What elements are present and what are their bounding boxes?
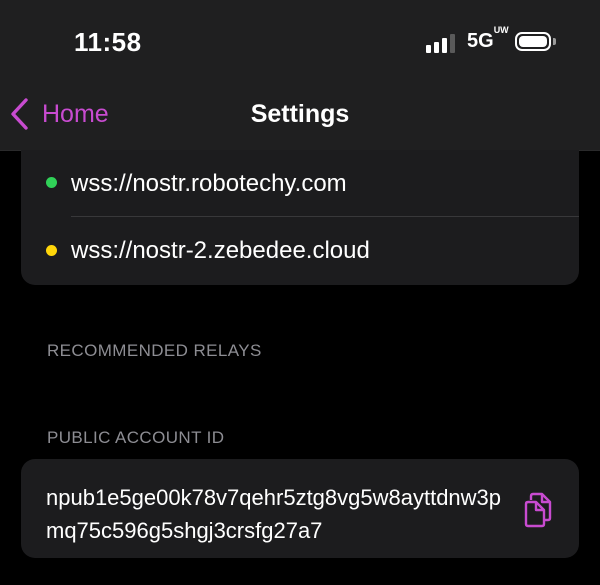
recommended-relays-heading: RECOMMENDED RELAYS	[47, 341, 262, 360]
page-title: Settings	[250, 100, 350, 128]
relay-row-zebedee[interactable]: wss://nostr-2.zebedee.cloud	[21, 217, 579, 283]
relay-status-connected-icon	[46, 177, 57, 188]
network-type: 5G	[467, 30, 494, 52]
copy-icon[interactable]	[522, 492, 554, 528]
battery-tip	[553, 38, 556, 45]
public-account-id-card: npub1e5ge00k78v7qehr5ztg8vg5w8ayttdnw3pm…	[21, 459, 579, 558]
relay-url: wss://nostr-2.zebedee.cloud	[71, 237, 370, 264]
navigation-header: 11:58 5GUW Home Settings	[0, 0, 600, 151]
network-suffix: UW	[493, 25, 509, 36]
status-time: 11:58	[74, 27, 142, 57]
network-indicator: 5GUW	[467, 26, 509, 53]
public-account-id-heading: PUBLIC ACCOUNT ID	[47, 428, 225, 447]
battery-icon	[515, 32, 551, 51]
relay-list: wss://nostr.robotechy.com wss://nostr-2.…	[21, 150, 579, 285]
relay-url: wss://nostr.robotechy.com	[71, 170, 347, 197]
relay-row-robotechy[interactable]: wss://nostr.robotechy.com	[21, 150, 579, 217]
public-account-id-value[interactable]: npub1e5ge00k78v7qehr5ztg8vg5w8ayttdnw3pm…	[46, 481, 516, 547]
relay-status-connecting-icon	[46, 245, 57, 256]
cellular-signal-icon	[426, 31, 456, 53]
